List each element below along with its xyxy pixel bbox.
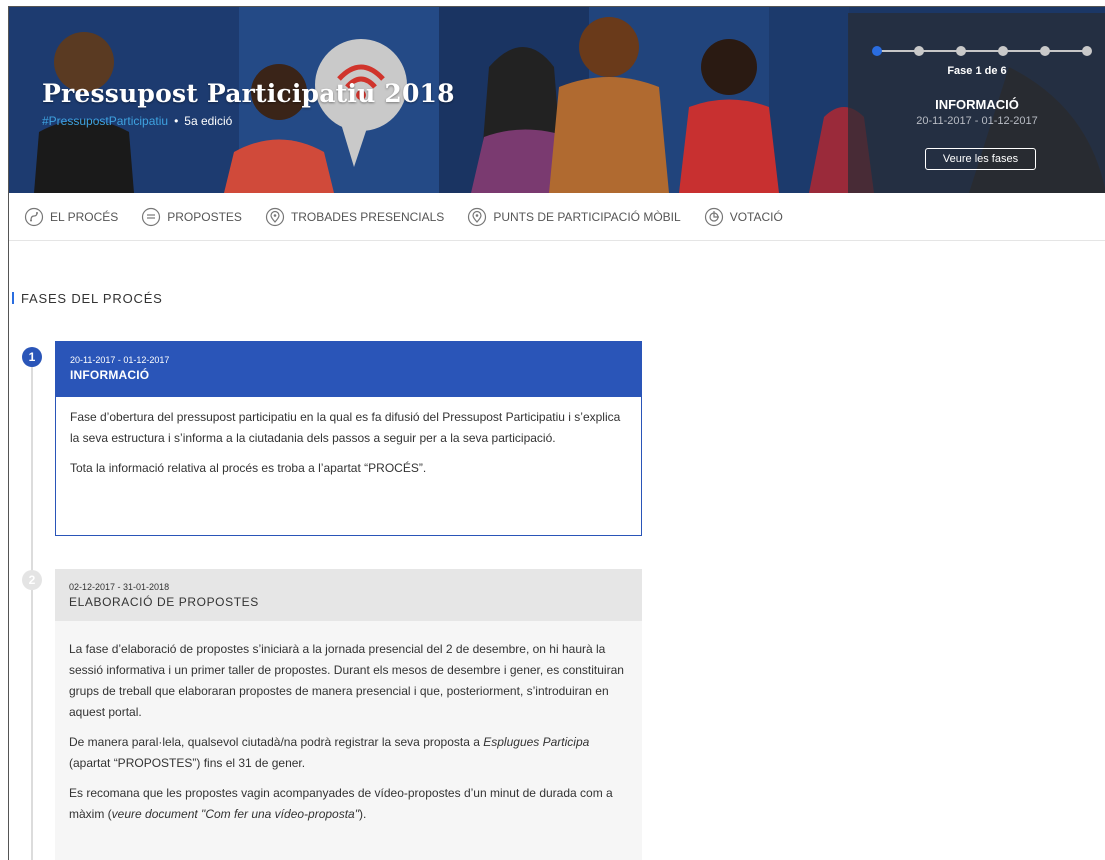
paragraph-text: De manera paral·lela, qualsevol ciutadà/… [69,735,480,749]
section-title: FASES DEL PROCÉS [12,291,163,306]
phase-card-dates: 20-11-2017 - 01-12-2017 [70,355,170,365]
phase-dot-2[interactable] [914,46,924,56]
page-title: Pressupost Participatiu 2018 [42,79,455,108]
map-pin-icon [468,207,487,226]
phase-card-body: La fase d’elaboració de propostes s’inic… [55,621,642,825]
video-proposals-term: vídeo-propostes [374,786,461,800]
map-pin-icon [265,207,285,226]
phase-badge-1: 1 [22,347,42,367]
nav-label-process: El procés [50,209,119,224]
phase-count: Fase 1 de 6 [947,65,1007,77]
nav-item-proposals[interactable]: Propostes [141,207,242,227]
document-link[interactable]: veure document "Com fer una vídeo-propos… [112,807,359,821]
phase-panel: Fase 1 de 6 INFORMACIÓ 20-11-2017 - 01-1… [848,13,1105,193]
nav-item-process[interactable]: El procés [24,207,118,227]
phase-dot-5[interactable] [1040,46,1050,56]
phase-dot-3[interactable] [956,46,966,56]
phase-card-paragraph: La fase d’elaboració de propostes s’inic… [69,642,624,719]
paragraph-text: Es recomana que les propostes vagin acom… [69,786,372,800]
nav-label-meetings: Trobades presencials [290,209,445,224]
page-frame: Pressupost Participatiu 2018 #Pressupost… [8,6,1105,860]
paragraph-text: (apartat “PROPOSTES”) fins el 31 de gene… [69,756,306,770]
timeline-line [31,363,33,860]
platform-name: Esplugues Participa [483,735,590,749]
nav-label-proposals: Propostes [167,209,242,224]
hashtag-link[interactable]: #PressupostParticipatiu [42,114,168,128]
nav-item-vote[interactable]: Votació [704,207,783,227]
phase-progress-track [874,50,1089,52]
separator-dot: • [174,114,179,128]
phase-card-1: 20-11-2017 - 01-12-2017 INFORMACIÓ Fase … [55,341,642,536]
nav-item-meetings[interactable]: Trobades presencials [265,207,444,227]
hero-banner: Pressupost Participatiu 2018 #Pressupost… [9,7,1105,193]
nav-label-mobile-points: Punts de participació mòbil [493,209,681,224]
hero-subtitle: #PressupostParticipatiu • 5a edició [42,114,232,128]
process-icon [24,207,44,226]
phase-card-paragraph: Fase d’obertura del pressupost participa… [70,410,621,445]
phase-card-header: 20-11-2017 - 01-12-2017 INFORMACIÓ [56,342,641,397]
nav-label-vote: Votació [729,209,783,224]
vote-icon [704,207,723,226]
phase-badge-2: 2 [22,570,42,590]
phase-card-paragraph: De manera paral·lela, qualsevol ciutadà/… [69,732,628,774]
proposals-icon [142,207,161,226]
phase-card-dates: 02-12-2017 - 31-01-2018 [69,582,170,592]
current-phase-dates: 20-11-2017 - 01-12-2017 [916,115,1038,127]
phase-card-header: 02-12-2017 - 31-01-2018 ELABORACIÓ DE PR… [55,569,642,621]
edition-label: 5a edició [184,114,233,128]
phase-card-paragraph: Tota la informació relativa al procés es… [70,461,427,475]
phase-dot-4[interactable] [998,46,1008,56]
view-phases-button[interactable]: Veure les fases [925,148,1036,170]
current-phase-name: INFORMACIÓ [935,97,1019,112]
phase-card-paragraph: Es recomana que les propostes vagin acom… [69,783,628,825]
phase-card-title: ELABORACIÓ DE PROPOSTES [69,595,259,609]
nav-item-mobile-points[interactable]: Punts de participació mòbil [467,207,681,227]
paragraph-text: ). [359,807,367,821]
phase-card-2: 02-12-2017 - 31-01-2018 ELABORACIÓ DE PR… [55,569,642,860]
process-nav: El procés Propostes Trobades presencials… [9,193,1105,241]
phase-dot-1[interactable] [872,46,882,56]
phase-dot-6[interactable] [1082,46,1092,56]
phase-card-title: INFORMACIÓ [70,368,150,382]
phase-card-body: Fase d’obertura del pressupost participa… [56,397,641,479]
